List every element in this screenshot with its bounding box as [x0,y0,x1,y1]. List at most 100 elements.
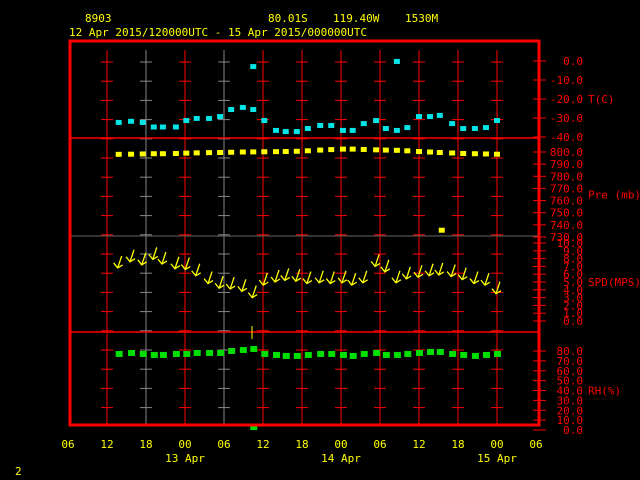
x-tick-label: 00 [334,438,347,451]
temperature-point [183,118,190,124]
rh-point [282,352,290,359]
pres-tick-label: 740.0 [550,219,583,232]
rh-point [183,350,191,357]
temperature-point [436,112,443,118]
temperature-point [128,118,135,124]
rh-point [317,350,325,357]
rh-point [460,351,468,358]
rh-point [427,348,435,355]
wind-arrow [237,279,248,293]
temperature-point [250,64,257,70]
date-label: 13 Apr [165,452,205,465]
wind-arrow [291,269,302,283]
rh-point [139,350,147,357]
data-marks [113,58,502,431]
pressure-point [139,151,146,157]
pressure-point [172,150,179,156]
pressure-point [328,147,335,153]
temperature-point [139,119,146,125]
wind-arrow [358,270,369,284]
x-tick-label: 06 [217,438,230,451]
pres-tick-label: 750.0 [550,207,583,220]
temperature-point [404,125,411,131]
rh-point [228,348,236,354]
wind-arrow [137,252,148,266]
wind-arrow [170,256,181,270]
temperature-point [427,114,434,120]
page-number: 2 [15,465,22,478]
station-lon: 119.40W [333,12,380,25]
wind-arrow [380,259,391,273]
rh-point [393,351,401,358]
pressure-point [228,149,235,155]
pressure-point [360,146,367,152]
temperature-point [239,104,246,110]
pres-tick-label: 800.0 [550,146,583,159]
spd-tick-label: 0.0 [563,315,583,328]
rh-point [328,350,336,357]
pres-tick-label: 790.0 [550,158,583,171]
rh-tick-label: 0.0 [563,424,583,437]
wind-arrow [270,269,281,283]
temperature-point [304,126,311,132]
temperature-point [250,107,257,113]
pressure-point [293,148,300,154]
pressure-point [206,150,213,156]
rh-point [360,350,368,357]
wind-arrow [480,272,491,286]
pressure-point [349,146,356,152]
x-tick-label: 18 [451,438,464,451]
rh-point [150,351,158,358]
pres-tick-label: 760.0 [550,195,583,208]
rh-point [436,348,444,355]
wind-arrow [113,255,124,269]
wind-arrow [157,251,168,265]
grid [70,50,539,425]
rh-point [494,350,501,357]
wind-arrow [191,263,202,277]
rh-point [273,351,280,358]
temperature-point [206,115,213,121]
pressure-point [373,147,380,153]
pressure-point [250,149,257,155]
temperature-point [339,127,346,133]
temperature-point [172,124,179,130]
temperature-point [228,107,235,113]
rh-point [206,349,214,356]
temperature-point [193,115,200,121]
temperature-point [382,126,389,132]
x-tick-label: 06 [373,438,386,451]
temperature-point [159,124,166,130]
station-lat: 80.01S [268,12,308,25]
wind-arrow [214,276,225,290]
pressure-point [193,150,200,156]
meteogram-chart: 8903 80.01S 119.40W 1530M 12 Apr 2015/12… [15,12,640,478]
wind-arrow [469,271,480,285]
wind-arrow [337,270,348,284]
temperature-point [482,125,489,131]
rh-point [128,349,136,356]
pressure-point [128,151,135,157]
x-tick-label: 00 [490,438,503,451]
wind-arrow [180,257,191,271]
pressure-point [317,147,324,153]
axis-labels: 0.0 -10.0 -20.0 -30.0 -40.0 T(C) 800.0790.0780… [61,55,640,465]
pressure-point [239,149,246,155]
x-tick-label: 06 [61,438,74,451]
plot-frame [68,39,541,427]
temperature-point [217,114,224,120]
temperature-point [150,124,157,130]
rh-point [349,352,357,359]
temperature-point [349,127,356,133]
pressure-point [427,149,434,155]
temperature-point [373,118,380,124]
rh-point [482,351,490,358]
wind-arrow [203,271,214,285]
temp-tick-label: -20.0 [550,93,583,106]
rh-point [261,350,269,357]
x-tick-label: 12 [256,438,269,451]
wind-arrow [391,270,402,284]
pres-axis-title: Pre (mb) [588,189,640,202]
pressure-point [273,149,279,155]
rh-point [293,352,301,359]
